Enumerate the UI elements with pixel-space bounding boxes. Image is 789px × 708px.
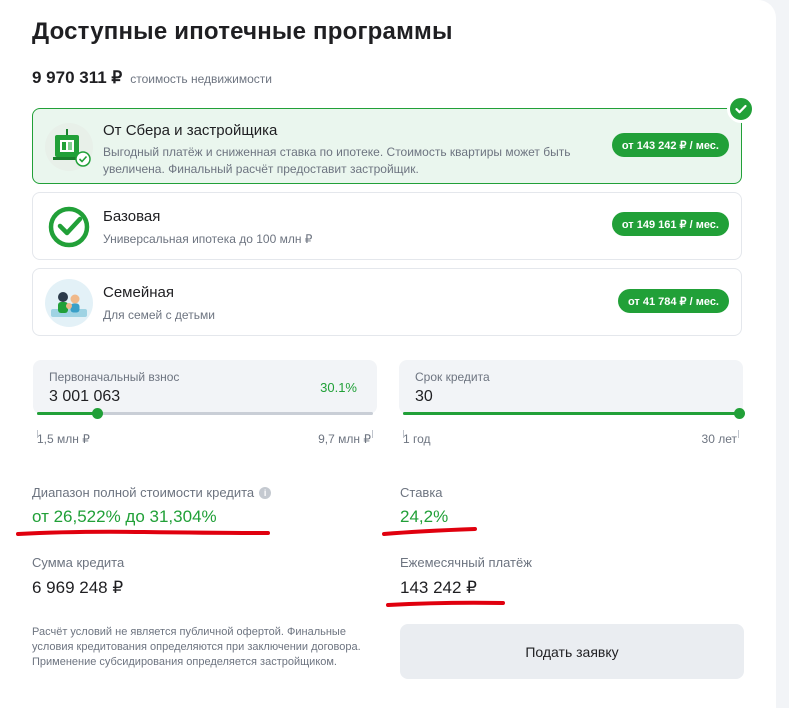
term-max-label: 30 лет bbox=[701, 432, 737, 446]
disclaimer-text: Расчёт условий не является публичной офе… bbox=[32, 626, 361, 668]
selected-check-icon bbox=[727, 95, 755, 123]
loan-amount-label: Сумма кредита bbox=[32, 555, 125, 570]
term-slider[interactable]: Срок кредита 30 bbox=[399, 360, 745, 419]
down-payment-percent: 30.1% bbox=[320, 380, 357, 395]
program-title: Семейная bbox=[103, 284, 174, 301]
term-thumb[interactable] bbox=[734, 408, 745, 419]
down-payment-track[interactable] bbox=[37, 408, 373, 419]
psk-label: Диапазон полной стоимости кредита bbox=[32, 485, 255, 500]
property-price: 9 970 311 ₽ bbox=[32, 68, 123, 87]
property-price-row: 9 970 311 ₽ стоимость недвижимости bbox=[32, 68, 272, 88]
loan-amount-value: 6 969 248 ₽ bbox=[32, 578, 124, 597]
down-payment-label: Первоначальный взнос bbox=[49, 370, 180, 384]
program-title: От Сбера и застройщика bbox=[103, 122, 278, 139]
tick-mark bbox=[372, 430, 373, 438]
down-payment-thumb[interactable] bbox=[92, 408, 104, 419]
term-min-label: 1 год bbox=[403, 432, 431, 446]
down-payment-track-fill bbox=[37, 412, 98, 415]
program-payment-badge: от 143 242 ₽ / мес. bbox=[611, 133, 729, 157]
term-value[interactable]: 30 bbox=[415, 388, 433, 406]
program-card-developer[interactable]: От Сбера и застройщика Выгодный платёж и… bbox=[32, 95, 755, 184]
down-payment-value[interactable]: 3 001 063 bbox=[49, 388, 120, 406]
down-payment-scale: 1,5 млн ₽ 9,7 млн ₽ bbox=[33, 430, 377, 446]
developer-building-icon bbox=[45, 123, 93, 171]
monthly-payment-label: Ежемесячный платёж bbox=[400, 555, 532, 570]
page-title: Доступные ипотечные программы bbox=[32, 18, 453, 45]
monthly-payment-value: 143 242 ₽ bbox=[400, 578, 477, 597]
term-scale: 1 год 30 лет bbox=[399, 430, 743, 446]
psk-value: от 26,522% до 31,304% bbox=[32, 507, 217, 526]
down-payment-min-label: 1,5 млн ₽ bbox=[37, 432, 90, 446]
submit-application-button[interactable]: Подать заявку bbox=[400, 624, 744, 679]
program-payment-badge: от 149 161 ₽ / мес. bbox=[611, 212, 729, 236]
program-payment-badge: от 41 784 ₽ / мес. bbox=[617, 289, 729, 313]
program-description: Для семей с детьми bbox=[103, 308, 215, 322]
term-track[interactable] bbox=[403, 408, 745, 419]
down-payment-slider[interactable]: Первоначальный взнос 3 001 063 30.1% bbox=[33, 360, 377, 419]
tick-mark bbox=[738, 430, 739, 438]
sber-check-icon bbox=[45, 203, 93, 251]
rate-label: Ставка bbox=[400, 485, 443, 500]
info-icon[interactable]: i bbox=[259, 487, 272, 499]
term-track-fill bbox=[403, 412, 739, 415]
mortgage-programs-card: Доступные ипотечные программы 9 970 311 … bbox=[0, 0, 776, 708]
program-description: Универсальная ипотека до 100 млн ₽ bbox=[103, 232, 313, 246]
program-description: Выгодный платёж и сниженная ставка по ип… bbox=[103, 145, 571, 176]
program-title: Базовая bbox=[103, 208, 161, 225]
program-card-family[interactable]: Семейная Для семей с детьми от 41 784 ₽ … bbox=[32, 268, 742, 336]
family-icon bbox=[45, 279, 93, 327]
program-card-basic[interactable]: Базовая Универсальная ипотека до 100 млн… bbox=[32, 192, 742, 260]
property-price-caption: стоимость недвижимости bbox=[130, 72, 272, 86]
down-payment-max-label: 9,7 млн ₽ bbox=[318, 432, 371, 446]
psk-label-row: Диапазон полной стоимости кредита i bbox=[32, 485, 272, 500]
rate-value: 24,2% bbox=[400, 507, 449, 526]
term-label: Срок кредита bbox=[415, 370, 490, 384]
